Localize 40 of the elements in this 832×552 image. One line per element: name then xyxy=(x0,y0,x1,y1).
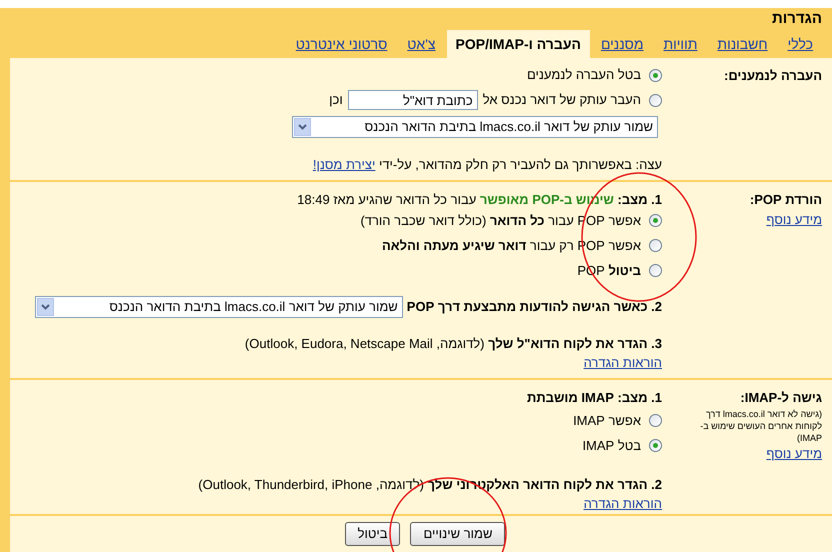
settings-tab[interactable]: מסננים xyxy=(592,30,652,58)
settings-tab[interactable]: חשבונות xyxy=(708,30,777,58)
setup-text: 3. הגדר את לקוח הדוא"ל שלך (לדוגמה, Outlook, Eudora, Netscape Mail) xyxy=(244,334,662,353)
option-label: בטל IMAP xyxy=(582,436,641,455)
save-changes-button[interactable]: שמור שינויים xyxy=(410,522,506,546)
option-label: בטל העברה לנמענים xyxy=(526,66,641,84)
settings-tab[interactable]: תוויות xyxy=(654,30,706,58)
settings-tab[interactable]: העברה ו-POP/IMAP xyxy=(446,30,590,58)
status-text: 1. מצב: IMAP מושבתת xyxy=(526,389,662,407)
option-label: העבר עותק של דואר נכנס אל xyxy=(482,91,641,110)
radio-button[interactable] xyxy=(649,68,662,82)
settings-tab[interactable]: צ'אט xyxy=(398,30,444,58)
option-heading: 2. כאשר הגישה להודעות מתבצעת דרך POP xyxy=(406,298,662,316)
setup-instructions-link[interactable]: הוראות הגדרה xyxy=(584,496,662,511)
email-field[interactable]: כתובת דוא"ל xyxy=(348,90,478,110)
create-filter-link[interactable]: יצירת מסנן! xyxy=(312,157,376,172)
radio-button[interactable] xyxy=(649,439,662,452)
settings-tab[interactable]: סרטוני אינטרנט xyxy=(286,30,396,58)
radio-button[interactable] xyxy=(649,94,662,106)
option-label: אפשר IMAP xyxy=(573,412,641,430)
learn-more-link[interactable]: מידע נוסף xyxy=(766,444,822,463)
setup-instructions-link[interactable]: הוראות הגדרה xyxy=(584,355,662,370)
settings-tab[interactable]: כללי xyxy=(778,30,822,58)
dropdown[interactable]: שמור עותק של דואר lmacs.co.il בתיבת הדואר הנכנס xyxy=(292,116,658,138)
learn-more-link[interactable]: מידע נוסף xyxy=(766,210,822,229)
section-label: העברה לנמענים: xyxy=(724,68,822,83)
radio-button[interactable] xyxy=(649,414,662,427)
radio-button[interactable] xyxy=(649,214,662,227)
radio-button[interactable] xyxy=(649,239,662,252)
cancel-button[interactable]: ביטול xyxy=(344,522,400,546)
tip-text: עצה: באפשרותך גם להעביר רק חלק מהדואר, על-ידי xyxy=(378,157,662,172)
note-text: (גישה לא דואר lmacs.co.il דרך לקוחות אחרים העושים שימוש ב-IMAP) xyxy=(699,408,822,444)
radio-button[interactable] xyxy=(649,264,662,277)
section-label: גישה ל-IMAP: xyxy=(740,389,822,407)
section-label: הורדת POP: xyxy=(750,191,822,209)
and-text: וכן xyxy=(329,91,343,110)
dropdown[interactable]: שמור עותק של דואר lmacs.co.il בתיבת הדואר הנכנס xyxy=(34,296,403,318)
chevron-down-icon xyxy=(294,118,311,136)
page-title: הגדרות xyxy=(771,9,822,29)
chevron-down-icon xyxy=(36,298,54,316)
